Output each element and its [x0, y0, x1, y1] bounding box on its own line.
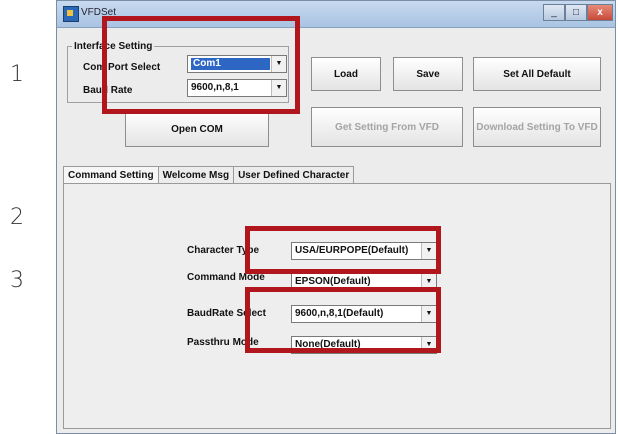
step-number-1: 1 [10, 62, 24, 87]
baudrate-select-label: BaudRate Select [187, 308, 266, 319]
baud-rate-select[interactable]: 9600,n,8,1 ▼ [187, 79, 287, 97]
settings-tabs: Command Setting Welcome Msg User Defined… [63, 166, 355, 184]
command-mode-value: EPSON(Default) [295, 276, 371, 287]
character-type-value: USA/EURPOPE(Default) [295, 245, 409, 256]
load-button[interactable]: Load [311, 57, 381, 91]
tab-command-setting[interactable]: Command Setting [63, 166, 159, 184]
app-icon [63, 6, 79, 22]
minimize-button[interactable]: _ [543, 4, 565, 21]
baudrate-select-value: 9600,n,8,1(Default) [295, 308, 384, 319]
passthru-mode-value: None(Default) [295, 339, 361, 350]
title-bar[interactable]: VFDSet _ □ x [57, 1, 615, 28]
baudrate-select[interactable]: 9600,n,8,1(Default) ▼ [291, 305, 437, 323]
step-number-3: 3 [10, 268, 24, 293]
window-title: VFDSet [81, 7, 117, 18]
close-button[interactable]: x [587, 4, 613, 21]
step-number-2: 2 [10, 205, 24, 230]
com-port-select[interactable]: Com1 ▼ [187, 55, 287, 73]
com-port-value: Com1 [191, 58, 270, 70]
command-mode-select[interactable]: EPSON(Default) ▼ [291, 273, 437, 291]
app-window: VFDSet _ □ x Interface Setting Com Port … [56, 0, 616, 434]
character-type-select[interactable]: USA/EURPOPE(Default) ▼ [291, 242, 437, 260]
download-setting-to-vfd-button[interactable]: Download Setting To VFD [473, 107, 601, 147]
character-type-label: Character Type [187, 245, 260, 256]
com-port-label: Com Port Select [83, 62, 161, 73]
maximize-button[interactable]: □ [565, 4, 587, 21]
open-com-button[interactable]: Open COM [125, 111, 269, 147]
passthru-mode-label: Passthru Mode [187, 337, 259, 348]
chevron-down-icon[interactable]: ▼ [421, 306, 436, 322]
command-mode-label: Command Mode [187, 272, 265, 283]
get-setting-from-vfd-button[interactable]: Get Setting From VFD [311, 107, 463, 147]
passthru-mode-select[interactable]: None(Default) ▼ [291, 336, 437, 354]
baud-rate-value: 9600,n,8,1 [191, 82, 239, 93]
set-all-default-button[interactable]: Set All Default [473, 57, 601, 91]
tab-welcome-msg[interactable]: Welcome Msg [157, 166, 235, 184]
chevron-down-icon[interactable]: ▼ [421, 274, 436, 290]
save-button[interactable]: Save [393, 57, 463, 91]
baud-rate-label: Baud Rate [83, 85, 133, 96]
chevron-down-icon[interactable]: ▼ [271, 56, 286, 72]
chevron-down-icon[interactable]: ▼ [421, 337, 436, 353]
chevron-down-icon[interactable]: ▼ [271, 80, 286, 96]
chevron-down-icon[interactable]: ▼ [421, 243, 436, 259]
interface-setting-title: Interface Setting [74, 41, 153, 52]
tab-user-defined-character[interactable]: User Defined Character [233, 166, 355, 184]
